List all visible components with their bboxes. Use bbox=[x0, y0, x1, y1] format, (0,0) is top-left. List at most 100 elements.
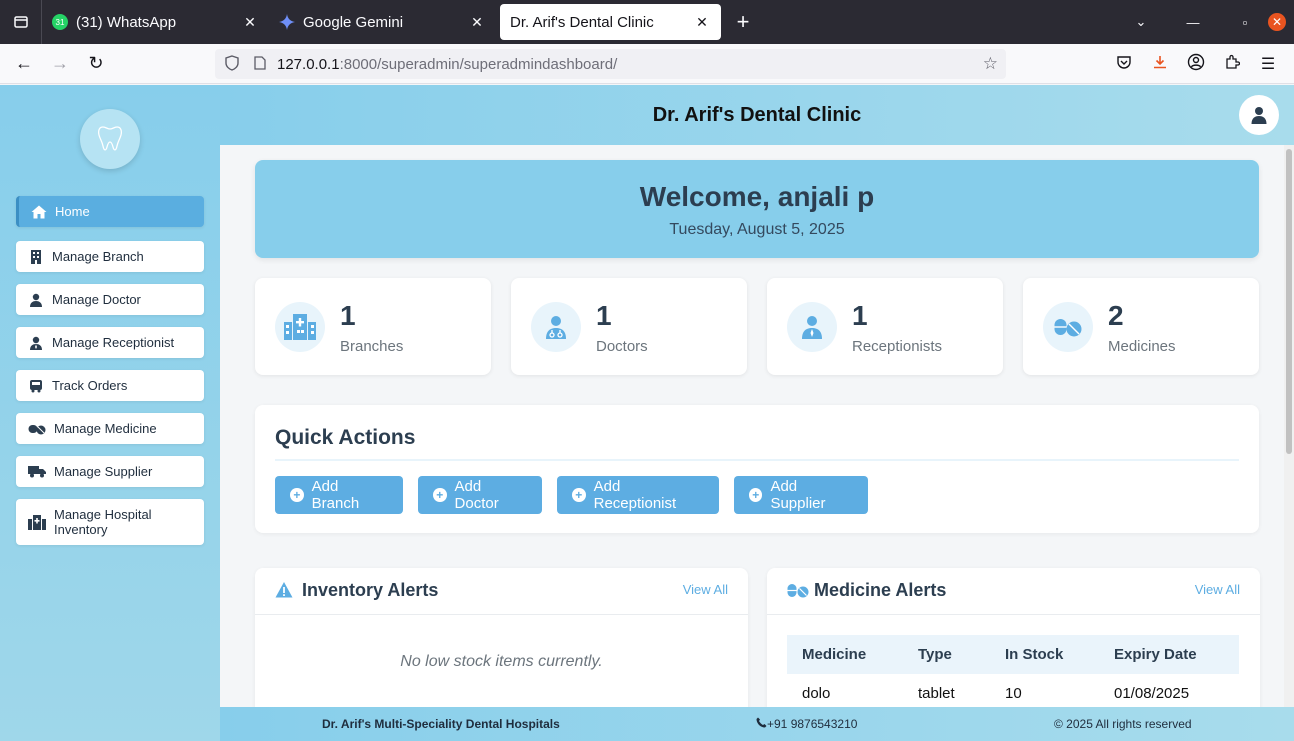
sidebar: Home Manage Branch Manage Doctor Manage … bbox=[0, 85, 220, 741]
stat-value: 1 bbox=[340, 300, 356, 331]
download-icon[interactable] bbox=[1142, 54, 1178, 75]
browser-navbar: ← → ↻ 127.0.0.1:8000/superadmin/superadm… bbox=[0, 44, 1294, 84]
plus-circle-icon: + bbox=[572, 488, 586, 502]
close-window-icon[interactable]: ✕ bbox=[1268, 13, 1286, 31]
warning-icon bbox=[275, 582, 293, 598]
sidebar-item-label: Home bbox=[55, 204, 90, 219]
sidebar-item-track-orders[interactable]: Track Orders bbox=[16, 370, 204, 401]
tab-list-icon[interactable] bbox=[0, 0, 42, 44]
close-icon[interactable]: ✕ bbox=[693, 14, 711, 31]
button-label: Add Branch bbox=[311, 478, 360, 512]
browser-tabbar: 31 (31) WhatsApp ✕ Google Gemini ✕ Dr. A… bbox=[0, 0, 1294, 44]
stat-value: 1 bbox=[596, 300, 612, 331]
browser-tab-whatsapp[interactable]: 31 (31) WhatsApp ✕ bbox=[42, 4, 269, 40]
account-icon[interactable] bbox=[1178, 53, 1214, 76]
footer-phone: +91 9876543210 bbox=[767, 717, 858, 731]
footer-clinic-name: Dr. Arif's Multi-Speciality Dental Hospi… bbox=[322, 717, 560, 731]
plus-circle-icon: + bbox=[290, 488, 304, 502]
url-bar[interactable]: 127.0.0.1:8000/superadmin/superadmindash… bbox=[215, 49, 1006, 79]
stat-value: 1 bbox=[852, 300, 868, 331]
stat-label: Doctors bbox=[596, 338, 648, 355]
inventory-alerts-panel: Inventory Alerts View All No low stock i… bbox=[255, 568, 748, 707]
panel-title: Medicine Alerts bbox=[814, 580, 947, 600]
pocket-icon[interactable] bbox=[1106, 54, 1142, 75]
building-icon bbox=[28, 249, 44, 265]
add-supplier-button[interactable]: + Add Supplier bbox=[734, 476, 868, 514]
reload-icon[interactable]: ↻ bbox=[78, 53, 114, 74]
new-tab-icon[interactable]: + bbox=[721, 9, 765, 35]
sidebar-item-manage-medicine[interactable]: Manage Medicine bbox=[16, 413, 204, 444]
extensions-icon[interactable] bbox=[1214, 54, 1250, 75]
view-all-link[interactable]: View All bbox=[1195, 582, 1240, 597]
page-title: Dr. Arif's Dental Clinic bbox=[652, 103, 862, 126]
plus-circle-icon: + bbox=[749, 488, 763, 502]
sidebar-item-manage-receptionist[interactable]: Manage Receptionist bbox=[16, 327, 204, 358]
page-scrollbar[interactable] bbox=[1284, 145, 1294, 707]
stat-card-doctors: 1 Doctors bbox=[511, 278, 747, 375]
table-cell: 01/08/2025 bbox=[1114, 685, 1190, 702]
sidebar-item-label: Manage Hospital Inventory bbox=[54, 507, 152, 537]
restore-icon[interactable]: ▫ bbox=[1228, 15, 1262, 30]
user-tie-icon bbox=[28, 335, 44, 351]
table-row: dolo tablet 10 01/08/2025 bbox=[787, 674, 1239, 707]
medicine-alerts-table: Medicine Type In Stock Expiry Date dolo … bbox=[787, 635, 1239, 707]
menu-icon[interactable]: ☰ bbox=[1250, 54, 1286, 74]
forward-icon[interactable]: → bbox=[42, 53, 78, 74]
gemini-icon bbox=[279, 14, 295, 30]
add-doctor-button[interactable]: + Add Doctor bbox=[418, 476, 542, 514]
empty-state-message: No low stock items currently. bbox=[400, 653, 603, 670]
phone-icon bbox=[756, 717, 767, 731]
back-icon[interactable]: ← bbox=[6, 53, 42, 74]
stat-card-medicines: 2 Medicines bbox=[1023, 278, 1259, 375]
quick-actions-title: Quick Actions bbox=[275, 426, 416, 449]
main-content: Welcome, anjali p Tuesday, August 5, 202… bbox=[220, 145, 1284, 707]
shield-icon[interactable] bbox=[217, 54, 247, 74]
sidebar-item-manage-supplier[interactable]: Manage Supplier bbox=[16, 456, 204, 487]
column-header: In Stock bbox=[990, 635, 1099, 674]
user-icon bbox=[1251, 107, 1267, 124]
sidebar-item-manage-branch[interactable]: Manage Branch bbox=[16, 241, 204, 272]
url-host: 127.0.0.1 bbox=[277, 55, 340, 73]
welcome-greeting: Welcome, anjali p bbox=[639, 181, 875, 212]
chevron-down-icon[interactable]: ⌄ bbox=[1124, 14, 1158, 30]
sidebar-item-label: Manage Medicine bbox=[54, 421, 157, 436]
sidebar-item-manage-hospital-inventory[interactable]: Manage Hospital Inventory bbox=[16, 499, 204, 545]
welcome-date: Tuesday, August 5, 2025 bbox=[669, 221, 845, 238]
minimize-icon[interactable]: — bbox=[1158, 15, 1228, 30]
browser-tab-gemini[interactable]: Google Gemini ✕ bbox=[269, 4, 496, 40]
close-icon[interactable]: ✕ bbox=[241, 14, 259, 31]
view-all-link[interactable]: View All bbox=[683, 582, 728, 597]
scrollbar-thumb[interactable] bbox=[1286, 149, 1292, 454]
hospital-icon bbox=[28, 514, 46, 530]
window-controls: ⌄ — ▫ ✕ bbox=[1124, 0, 1294, 44]
sidebar-item-home[interactable]: Home bbox=[16, 196, 204, 227]
stat-card-branches: 1 Branches bbox=[255, 278, 491, 375]
stat-label: Branches bbox=[340, 338, 404, 355]
sidebar-item-manage-doctor[interactable]: Manage Doctor bbox=[16, 284, 204, 315]
table-cell: tablet bbox=[918, 685, 955, 702]
bus-icon bbox=[28, 378, 44, 394]
toolbar-icons: ☰ bbox=[1106, 44, 1286, 84]
hospital-icon bbox=[275, 302, 325, 352]
add-receptionist-button[interactable]: + Add Receptionist bbox=[557, 476, 719, 514]
tab-title: Dr. Arif's Dental Clinic bbox=[510, 13, 654, 31]
bookmark-star-icon[interactable]: ☆ bbox=[983, 54, 998, 74]
add-branch-button[interactable]: + Add Branch bbox=[275, 476, 403, 514]
close-icon[interactable]: ✕ bbox=[468, 14, 486, 31]
page-icon[interactable] bbox=[247, 55, 273, 73]
pills-icon bbox=[1043, 302, 1093, 352]
pills-icon bbox=[787, 584, 809, 598]
medicine-alerts-panel: Medicine Alerts View All Medicine Type I… bbox=[767, 568, 1260, 707]
doctor-icon bbox=[531, 302, 581, 352]
browser-tab-dental-clinic[interactable]: Dr. Arif's Dental Clinic ✕ bbox=[500, 4, 721, 40]
avatar[interactable] bbox=[1239, 95, 1279, 135]
button-label: Add Receptionist bbox=[593, 478, 677, 512]
button-label: Add Doctor bbox=[454, 478, 499, 512]
stat-card-receptionists: 1 Receptionists bbox=[767, 278, 1003, 375]
stat-label: Medicines bbox=[1108, 338, 1176, 355]
doctor-icon bbox=[28, 292, 44, 308]
user-tie-icon bbox=[787, 302, 837, 352]
column-header: Expiry Date bbox=[1099, 635, 1239, 674]
table-header-row: Medicine Type In Stock Expiry Date bbox=[787, 635, 1239, 674]
quick-actions-panel: Quick Actions + Add Branch + Add Doctor … bbox=[255, 405, 1259, 533]
